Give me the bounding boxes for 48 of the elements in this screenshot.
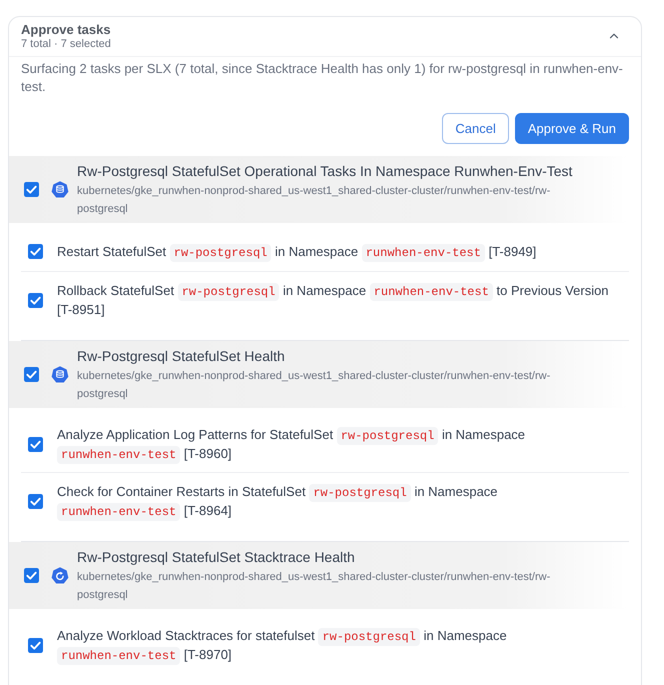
heptagon-cylinder-icon [51,366,69,383]
group-title: Rw-Postgresql StatefulSet Health [77,347,286,366]
task-text: in Namespace [414,484,498,499]
code-snippet: runwhen-env-test [362,244,485,262]
task-id: [T-8964] [184,503,232,518]
code-snippet: runwhen-env-test [57,446,180,464]
task-id: [T-8949] [488,244,536,258]
task-text: in Namespace [282,283,366,298]
checkbox[interactable] [24,182,39,197]
code-snippet: rw-postgresql [309,484,411,502]
code-snippet: rw-postgresql [178,283,280,301]
code-snippet: rw-postgresql [170,244,272,262]
resource-path: kubernetes/gke_runwhen-nonprod-shared_us-west1_shared-cluster-cluster/runwhen-env-test/rw-postgresql [77,184,552,217]
description-text: Surfacing 2 tasks per SLX (7 total, since Stacktrace Health has only 1) for rw-postgresql in runwhen-env-test. [20,60,624,96]
task-text: to Previous Version [496,283,609,298]
task-text: Rollback StatefulSet [57,283,174,298]
resource-path: kubernetes/gke_runwhen-nonprod-shared_us-west1_shared-cluster-cluster/runwhen-env-test/rw-postgresql [77,369,552,402]
task-id: [T-8960] [184,446,232,461]
heptagon-cylinder-icon [51,181,69,198]
task-text: Check for Container Restarts in StatefulSet [57,484,306,499]
approve-button[interactable]: Approve & Run [514,113,629,144]
code-snippet: runwhen-env-test [57,647,180,665]
task-text: Analyze Application Log Patterns for StatefulSet [57,427,334,442]
task-id: [T-8951] [57,302,105,317]
code-snippet: rw-postgresql [336,427,438,445]
checkbox[interactable] [24,367,39,382]
group-title: Rw-Postgresql StatefulSet Operational Tasks In Namespace Runwhen-Env-Test [77,162,574,181]
cancel-button[interactable]: Cancel [442,113,509,144]
task-text: in Namespace [442,427,526,442]
checkbox[interactable] [28,494,43,508]
group-title: Rw-Postgresql StatefulSet Stacktrace Health [77,548,356,567]
task-id: [T-8970] [184,647,232,662]
checkbox[interactable] [28,638,43,652]
selection-summary: 7 total · 7 selected [21,38,111,50]
task-text: in Namespace [424,628,507,643]
task-text: Analyze Workload Stacktraces for statefulset [57,628,315,643]
code-snippet: runwhen-env-test [57,503,180,521]
task-text: in Namespace [275,244,358,258]
task-text: Restart StatefulSet [57,244,166,258]
code-snippet: rw-postgresql [318,628,420,646]
checkbox[interactable] [28,436,43,452]
checkbox[interactable] [28,244,43,258]
heptagon-refresh-icon [51,567,69,584]
resource-path: kubernetes/gke_runwhen-nonprod-shared_us-west1_shared-cluster-cluster/runwhen-env-test/rw-postgresql [77,570,552,603]
checkbox[interactable] [24,568,39,583]
panel-title: Approve tasks [21,22,111,38]
checkbox[interactable] [28,292,43,308]
code-snippet: runwhen-env-test [370,283,493,301]
